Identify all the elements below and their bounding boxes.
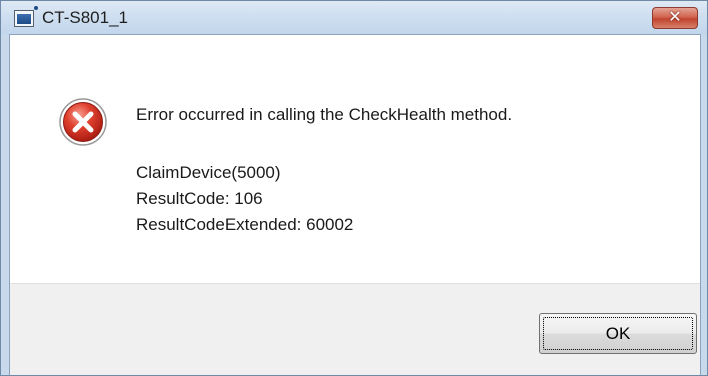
close-button[interactable]: ✕	[652, 7, 698, 29]
app-window-icon	[14, 6, 38, 27]
message-panel: Error occurred in calling the CheckHealt…	[10, 35, 700, 283]
detail-claim-device: ClaimDevice(5000)	[136, 163, 281, 182]
close-icon: ✕	[668, 9, 682, 26]
error-headline: Error occurred in calling the CheckHealt…	[136, 105, 513, 124]
detail-result-code: ResultCode: 106	[136, 189, 263, 208]
detail-result-code-extended: ResultCodeExtended: 60002	[136, 215, 354, 234]
title-bar[interactable]: CT-S801_1 ✕	[1, 1, 707, 34]
button-bar: OK	[10, 283, 700, 375]
error-icon	[59, 98, 107, 146]
ok-button[interactable]: OK	[539, 313, 697, 354]
error-dialog: CT-S801_1 ✕ Error occurred in calling th…	[0, 0, 708, 376]
dialog-client-area: Error occurred in calling the CheckHealt…	[9, 34, 701, 375]
window-title: CT-S801_1	[42, 8, 128, 27]
ok-button-label: OK	[605, 324, 631, 343]
